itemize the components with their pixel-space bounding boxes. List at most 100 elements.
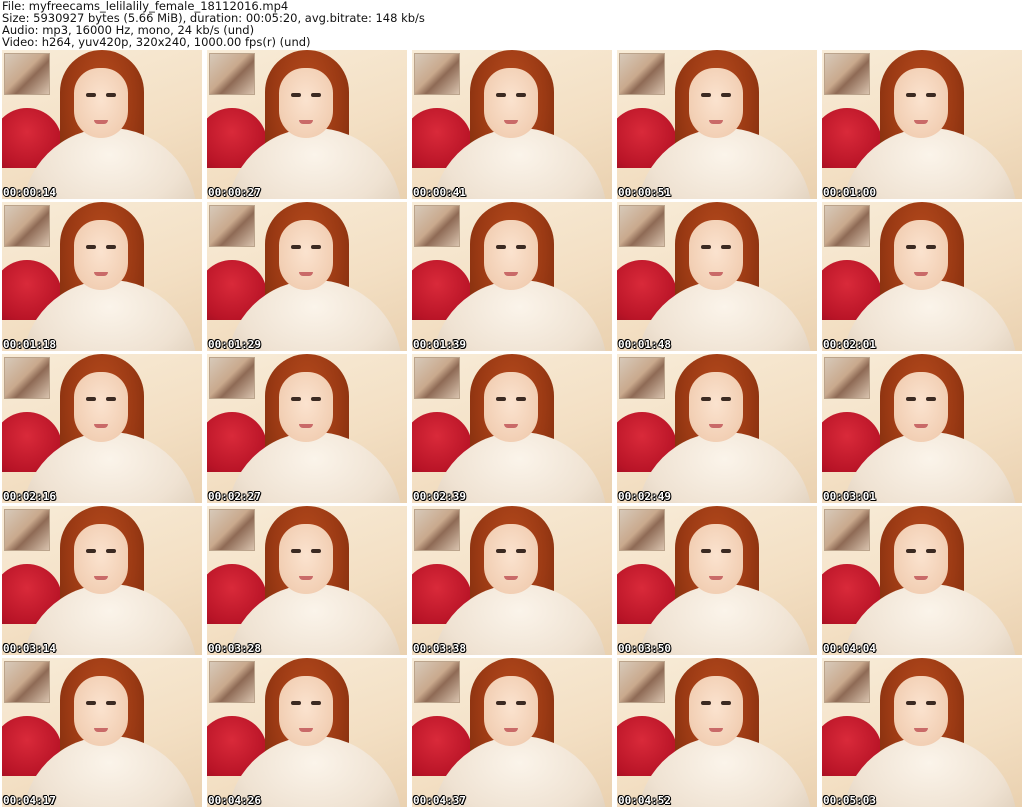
person-face-image — [689, 372, 743, 442]
frame-timestamp: 00:02:27 — [208, 490, 261, 503]
mouth-shape — [709, 120, 723, 124]
wall-poster-image — [414, 357, 460, 399]
wall-poster-image — [209, 53, 255, 95]
wall-poster-image — [619, 53, 665, 95]
mouth-shape — [299, 120, 313, 124]
right-eye-shape — [516, 397, 526, 401]
person-face-image — [74, 220, 128, 290]
person-face-image — [279, 372, 333, 442]
person-face-image — [74, 676, 128, 746]
video-frame-thumbnail: 00:05:03 — [822, 658, 1022, 807]
video-frame-thumbnail: 00:04:37 — [412, 658, 612, 807]
person-face-image — [279, 220, 333, 290]
person-face-image — [689, 676, 743, 746]
right-eye-shape — [516, 93, 526, 97]
right-eye-shape — [926, 93, 936, 97]
mouth-shape — [504, 272, 518, 276]
mouth-shape — [504, 120, 518, 124]
right-eye-shape — [106, 549, 116, 553]
video-frame-thumbnail: 00:03:38 — [412, 506, 612, 655]
right-eye-shape — [516, 701, 526, 705]
right-eye-shape — [311, 701, 321, 705]
video-frame-thumbnail: 00:00:14 — [2, 50, 202, 199]
right-eye-shape — [106, 93, 116, 97]
wall-poster-image — [4, 357, 50, 399]
frame-timestamp: 00:03:01 — [823, 490, 876, 503]
right-eye-shape — [721, 549, 731, 553]
left-eye-shape — [86, 549, 96, 553]
right-eye-shape — [516, 549, 526, 553]
video-frame-thumbnail: 00:01:18 — [2, 202, 202, 351]
frame-timestamp: 00:05:03 — [823, 794, 876, 807]
video-frame-thumbnail: 00:03:14 — [2, 506, 202, 655]
right-eye-shape — [926, 549, 936, 553]
person-face-image — [279, 524, 333, 594]
frame-timestamp: 00:04:17 — [3, 794, 56, 807]
mouth-shape — [914, 424, 928, 428]
mouth-shape — [94, 728, 108, 732]
video-frame-thumbnail: 00:04:26 — [207, 658, 407, 807]
wall-poster-image — [414, 205, 460, 247]
frame-timestamp: 00:01:18 — [3, 338, 56, 351]
mouth-shape — [709, 272, 723, 276]
video-frame-thumbnail: 00:04:04 — [822, 506, 1022, 655]
left-eye-shape — [86, 397, 96, 401]
person-face-image — [484, 524, 538, 594]
left-eye-shape — [906, 701, 916, 705]
left-eye-shape — [496, 93, 506, 97]
video-frame-thumbnail: 00:00:27 — [207, 50, 407, 199]
mouth-shape — [94, 120, 108, 124]
left-eye-shape — [906, 245, 916, 249]
frame-timestamp: 00:02:49 — [618, 490, 671, 503]
mouth-shape — [504, 424, 518, 428]
video-frame-thumbnail: 00:03:50 — [617, 506, 817, 655]
left-eye-shape — [291, 549, 301, 553]
left-eye-shape — [291, 701, 301, 705]
frame-timestamp: 00:03:38 — [413, 642, 466, 655]
left-eye-shape — [701, 245, 711, 249]
right-eye-shape — [311, 549, 321, 553]
left-eye-shape — [86, 245, 96, 249]
frame-timestamp: 00:02:16 — [3, 490, 56, 503]
wall-poster-image — [209, 661, 255, 703]
right-eye-shape — [721, 245, 731, 249]
mouth-shape — [299, 576, 313, 580]
person-face-image — [894, 524, 948, 594]
wall-poster-image — [4, 509, 50, 551]
right-eye-shape — [721, 93, 731, 97]
left-eye-shape — [496, 397, 506, 401]
frame-timestamp: 00:04:26 — [208, 794, 261, 807]
left-eye-shape — [86, 701, 96, 705]
file-info-header: File: myfreecams_lelilalily_female_18112… — [2, 0, 1022, 48]
frame-timestamp: 00:03:28 — [208, 642, 261, 655]
person-face-image — [894, 372, 948, 442]
wall-poster-image — [4, 205, 50, 247]
video-frame-thumbnail: 00:04:52 — [617, 658, 817, 807]
wall-poster-image — [824, 661, 870, 703]
person-face-image — [689, 68, 743, 138]
right-eye-shape — [106, 397, 116, 401]
person-face-image — [689, 220, 743, 290]
person-face-image — [484, 68, 538, 138]
person-face-image — [484, 372, 538, 442]
person-face-image — [484, 676, 538, 746]
frame-timestamp: 00:02:01 — [823, 338, 876, 351]
person-face-image — [74, 372, 128, 442]
right-eye-shape — [106, 245, 116, 249]
right-eye-shape — [926, 701, 936, 705]
wall-poster-image — [4, 53, 50, 95]
right-eye-shape — [926, 397, 936, 401]
mouth-shape — [94, 424, 108, 428]
mouth-shape — [504, 576, 518, 580]
wall-poster-image — [414, 53, 460, 95]
left-eye-shape — [701, 93, 711, 97]
left-eye-shape — [701, 397, 711, 401]
mouth-shape — [914, 120, 928, 124]
person-face-image — [894, 220, 948, 290]
video-frame-thumbnail: 00:02:16 — [2, 354, 202, 503]
wall-poster-image — [414, 661, 460, 703]
frame-timestamp: 00:03:50 — [618, 642, 671, 655]
mouth-shape — [94, 272, 108, 276]
right-eye-shape — [311, 93, 321, 97]
video-frame-thumbnail: 00:03:01 — [822, 354, 1022, 503]
